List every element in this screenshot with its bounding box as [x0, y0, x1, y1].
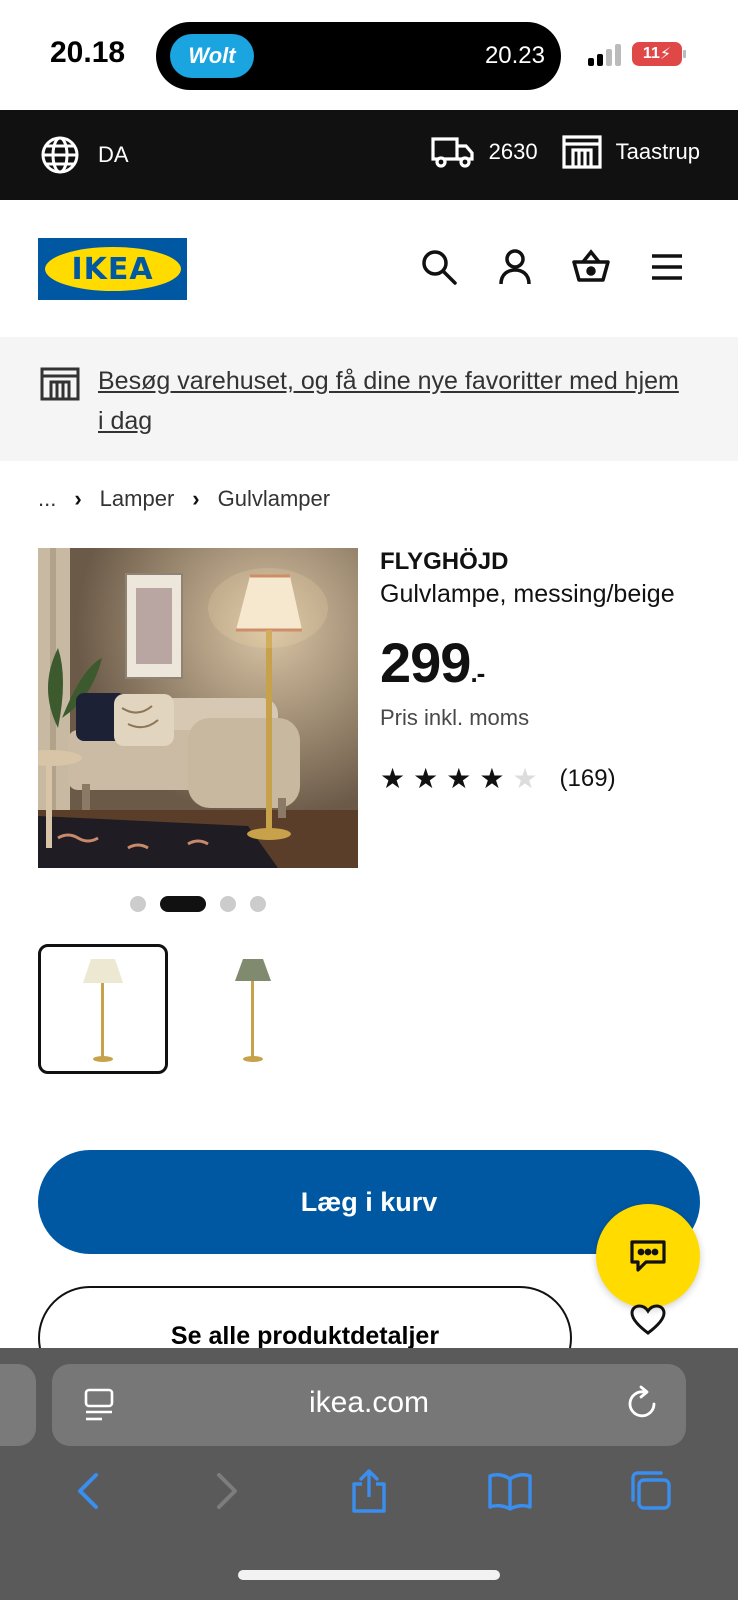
store-icon [562, 135, 602, 169]
browser-toolbar: ikea.com [0, 1348, 738, 1600]
chat-button[interactable] [596, 1204, 700, 1308]
search-icon[interactable] [420, 248, 458, 286]
breadcrumb-item-gulvlamper[interactable]: Gulvlamper [218, 486, 330, 512]
lamp-beige-image [83, 959, 123, 1062]
lamp-green-image [235, 959, 271, 1062]
signal-icon [588, 44, 624, 66]
share-icon [352, 1469, 386, 1513]
carousel-indicator [130, 896, 266, 912]
dynamic-island[interactable]: Wolt 20.23 [156, 22, 561, 90]
banner-link[interactable]: Besøg varehuset, og få dine nye favoritt… [98, 361, 688, 441]
store-label: Taastrup [615, 139, 700, 164]
language-label: DA [98, 142, 129, 167]
address-bar[interactable]: ikea.com [52, 1364, 686, 1446]
chevron-right-icon: › [74, 486, 82, 511]
product-main-image[interactable] [38, 548, 358, 868]
star-filled-icon: ★ [413, 763, 439, 794]
chevron-right-icon: › [192, 486, 200, 511]
bookmarks-button[interactable] [485, 1466, 535, 1516]
status-bar: 20.18 Wolt 20.23 11 ⚡ [0, 0, 738, 110]
chevron-left-icon [77, 1473, 98, 1509]
previous-tab-stub[interactable] [0, 1364, 36, 1446]
status-time: 20.18 [50, 36, 126, 69]
chevron-right-icon [216, 1473, 237, 1509]
book-icon [488, 1473, 532, 1511]
store-icon [40, 367, 80, 401]
price-note: Pris inkl. moms [380, 705, 530, 730]
share-button[interactable] [344, 1466, 394, 1516]
store-selector[interactable]: Taastrup [562, 135, 700, 169]
product-photo [38, 548, 358, 868]
price-value: 299 [380, 631, 471, 694]
wolt-activity-badge: Wolt [170, 34, 254, 78]
home-indicator [238, 1570, 500, 1580]
forward-button[interactable] [203, 1466, 253, 1516]
star-empty-icon: ★ [512, 763, 538, 794]
breadcrumb: ... › Lamper › Gulvlamper [38, 486, 330, 512]
variant-thumbnails [38, 944, 318, 1074]
site-header: IKEA [0, 200, 738, 337]
product-info: FLYGHÖJD Gulvlampe, messing/beige 299.- … [380, 548, 710, 793]
star-filled-icon: ★ [479, 763, 505, 794]
carousel-dot-active[interactable] [160, 896, 206, 912]
variant-thumbnail-green[interactable] [188, 944, 318, 1074]
price-suffix: .- [470, 658, 485, 688]
truck-icon [431, 137, 474, 168]
breadcrumb-item-lamper[interactable]: Lamper [100, 486, 175, 512]
ikea-logo[interactable]: IKEA [38, 238, 187, 300]
variant-thumbnail-beige[interactable] [38, 944, 168, 1074]
language-selector[interactable]: DA [40, 135, 129, 175]
heart-icon[interactable] [630, 1304, 666, 1336]
account-icon[interactable] [496, 248, 534, 286]
utility-bar: DA 2630 Taastrup [0, 110, 738, 200]
tabs-icon [631, 1471, 672, 1510]
product-rating[interactable]: ★ ★ ★ ★ ★ (169) [380, 765, 710, 793]
carousel-dot[interactable] [250, 896, 266, 912]
tabs-button[interactable] [626, 1466, 676, 1516]
battery-icon: 11 ⚡ [632, 42, 686, 66]
battery-level: 11 [642, 45, 660, 62]
carousel-dot[interactable] [130, 896, 146, 912]
carousel-dot[interactable] [220, 896, 236, 912]
url-text: ikea.com [308, 1386, 430, 1419]
store-visit-banner[interactable]: Besøg varehuset, og få dine nye favoritt… [0, 337, 738, 461]
product-description: Gulvlampe, messing/beige [380, 580, 675, 608]
product-name: FLYGHÖJD [380, 548, 509, 575]
hamburger-menu-icon[interactable] [648, 248, 686, 286]
chat-icon [630, 1240, 666, 1272]
star-filled-icon: ★ [380, 763, 406, 794]
back-button[interactable] [62, 1466, 112, 1516]
globe-icon [41, 136, 79, 174]
activity-eta: 20.23 [484, 42, 545, 69]
star-rating: ★ ★ ★ ★ ★ [380, 765, 538, 793]
postcode-label: 2630 [488, 139, 538, 164]
logo-text: IKEA [44, 247, 181, 291]
review-count: (169) [559, 765, 616, 792]
shopping-bag-icon[interactable] [572, 248, 610, 286]
star-filled-icon: ★ [446, 763, 472, 794]
delivery-postcode[interactable]: 2630 [431, 135, 538, 169]
reload-icon[interactable] [626, 1384, 660, 1422]
breadcrumb-ellipsis[interactable]: ... [38, 486, 56, 512]
product-price: 299.- [380, 630, 710, 695]
